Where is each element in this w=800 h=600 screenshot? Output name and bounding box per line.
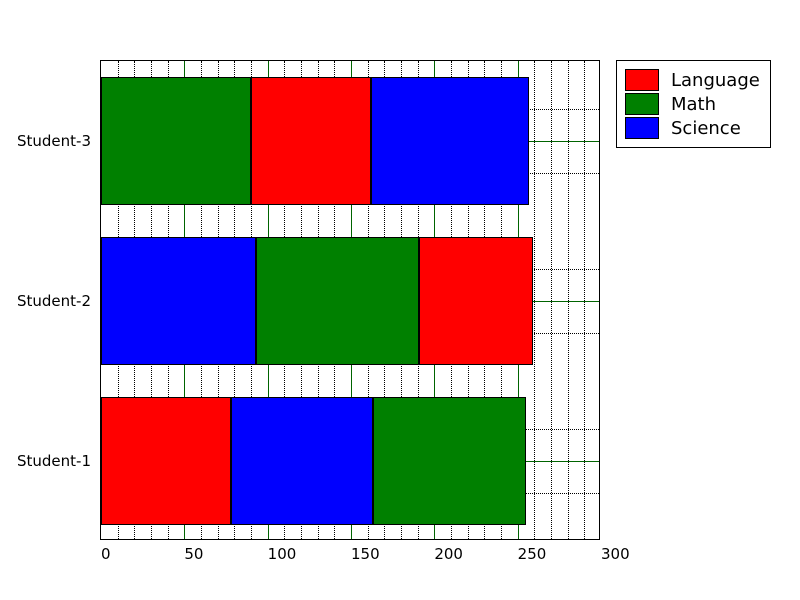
legend-swatch	[625, 117, 659, 139]
legend-label: Language	[671, 70, 760, 91]
bar-segment	[419, 237, 532, 365]
grid-minor	[584, 61, 585, 539]
plot-area: 050100150200250300Student-1Student-2Stud…	[100, 60, 600, 540]
y-tick-label: Student-3	[17, 132, 91, 150]
y-tick-label: Student-1	[17, 452, 91, 470]
legend-label: Science	[671, 118, 741, 139]
y-tick-label: Student-2	[17, 292, 91, 310]
legend-item: Math	[625, 93, 760, 115]
grid-minor	[551, 61, 552, 539]
bar-segment	[101, 397, 231, 525]
grid-minor	[568, 61, 569, 539]
bar-segment	[251, 77, 371, 205]
grid-minor	[534, 61, 535, 539]
bar-segment	[101, 237, 256, 365]
bar-segment	[373, 397, 526, 525]
bar-segment	[101, 77, 251, 205]
bar-segment	[371, 77, 529, 205]
legend-swatch	[625, 93, 659, 115]
legend-item: Language	[625, 69, 760, 91]
legend-item: Science	[625, 117, 760, 139]
legend: Language Math Science	[616, 60, 771, 148]
bar-segment	[256, 237, 419, 365]
legend-label: Math	[671, 94, 716, 115]
bar-segment	[231, 397, 373, 525]
legend-swatch	[625, 69, 659, 91]
